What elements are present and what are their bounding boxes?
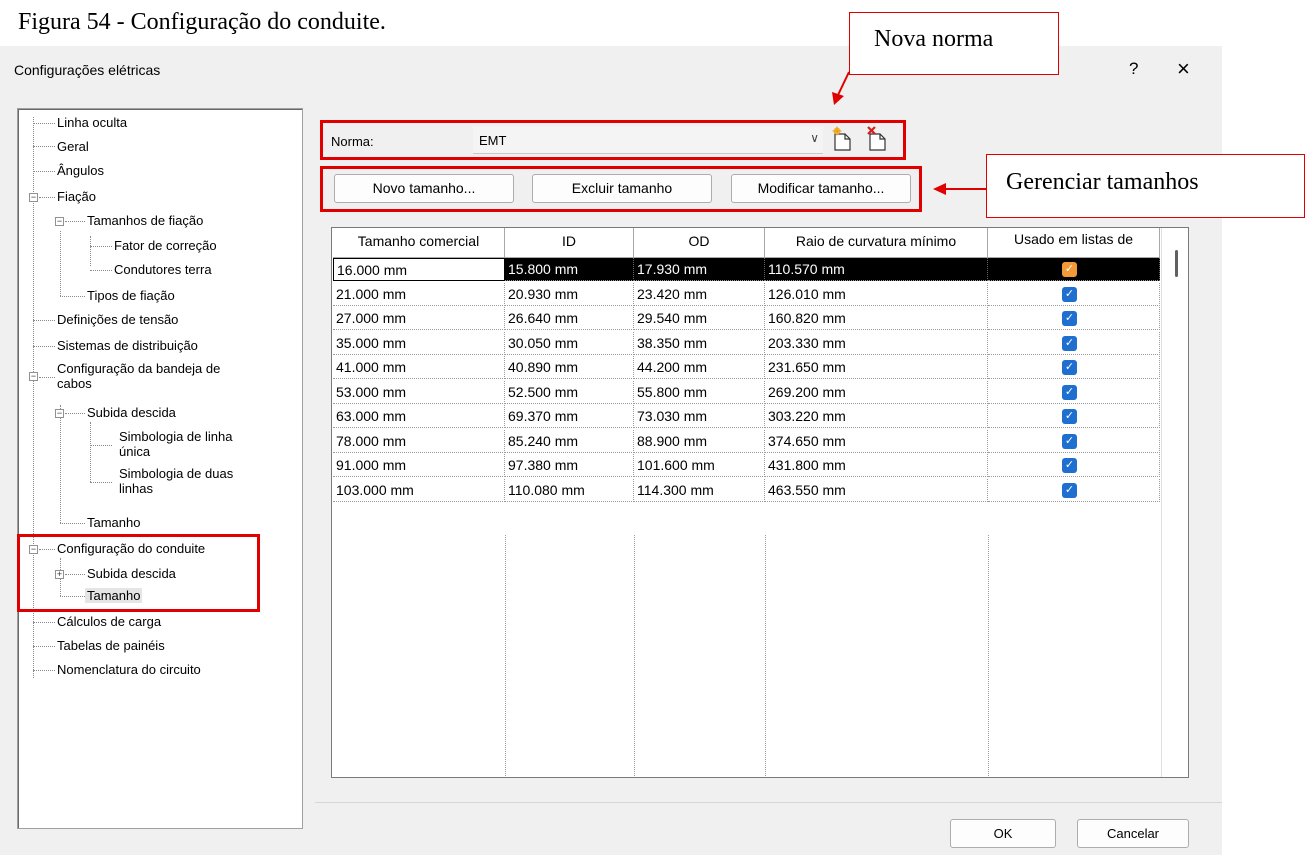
arrow-line (837, 71, 850, 96)
annotation-arrows (832, 71, 986, 195)
arrow-head (933, 183, 946, 195)
